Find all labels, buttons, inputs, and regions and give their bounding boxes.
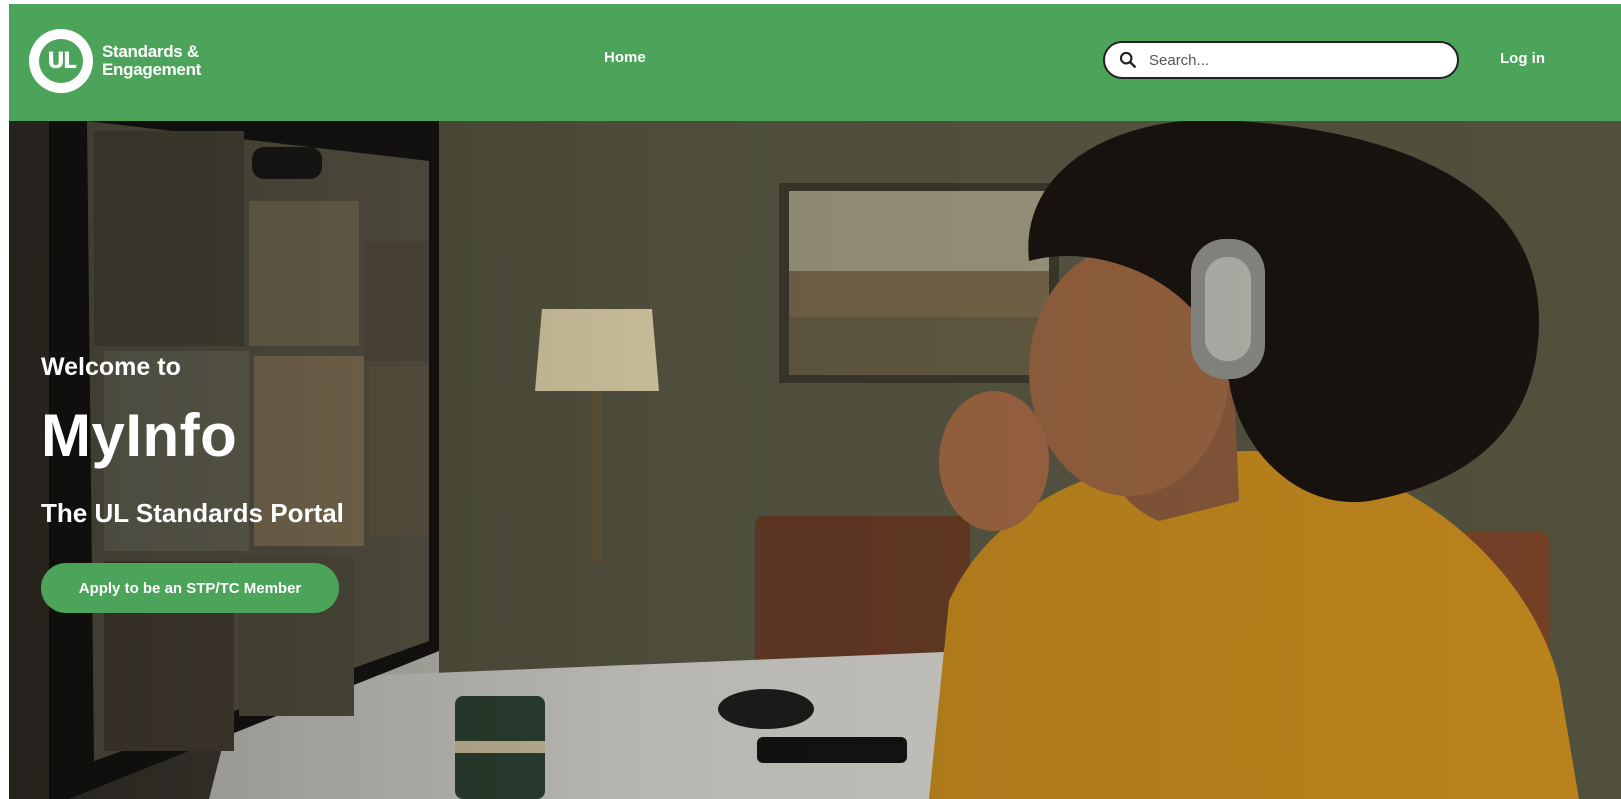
nav-home-link[interactable]: Home — [604, 49, 646, 66]
hero-title: MyInfo — [41, 402, 238, 469]
logo-line-1: Standards & — [102, 42, 199, 61]
hero-banner: Welcome to MyInfo The UL Standards Porta… — [9, 121, 1621, 799]
search-box[interactable] — [1103, 41, 1459, 79]
search-icon — [1119, 51, 1136, 68]
hero-overlay — [9, 121, 1621, 799]
logo-wordmark: Standards & Engagement — [102, 43, 201, 79]
login-link[interactable]: Log in — [1500, 50, 1545, 67]
site-header: UL Standards & Engagement Home Log in — [9, 4, 1621, 121]
search-input[interactable] — [1149, 51, 1439, 69]
logo-line-2: Engagement — [102, 60, 202, 79]
page: UL Standards & Engagement Home Log in — [9, 4, 1621, 799]
site-logo[interactable]: UL Standards & Engagement — [29, 28, 201, 94]
hero-subtitle: The UL Standards Portal — [41, 498, 344, 528]
hero-welcome: Welcome to — [41, 353, 181, 381]
apply-member-button[interactable]: Apply to be an STP/TC Member — [41, 563, 339, 613]
logo-mark-text: UL — [39, 39, 83, 83]
ul-logo-icon: UL — [29, 29, 93, 93]
